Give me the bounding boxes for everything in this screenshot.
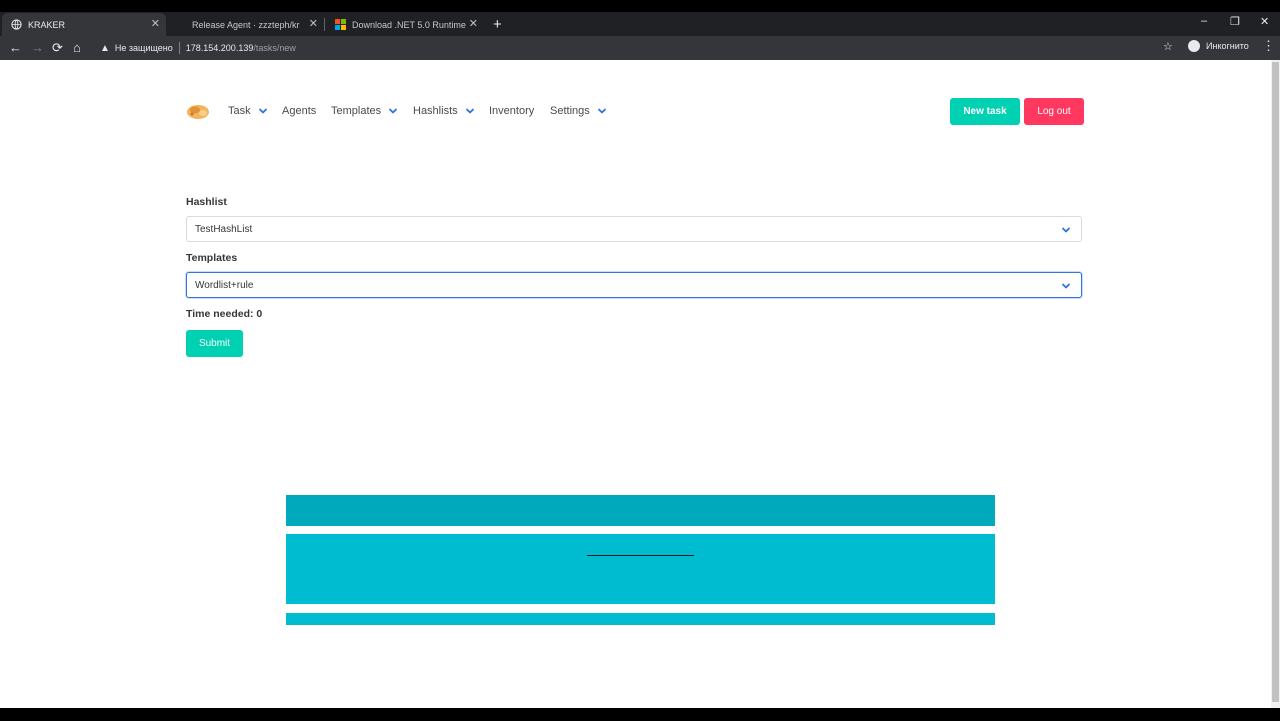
back-button[interactable]: ← (9, 39, 22, 57)
new-tab-button[interactable]: + (493, 16, 502, 33)
hashlist-selected-value: TestHashList (195, 223, 253, 235)
tab-title: Download .NET 5.0 Runtime (v5.0 (352, 19, 468, 30)
microsoft-icon (335, 19, 346, 30)
tab-title: Release Agent · zzzteph/kraker · G (192, 19, 300, 30)
nav-item-hashlists[interactable]: Hashlists (413, 105, 476, 117)
templates-selected-value: Wordlist+rule (195, 279, 254, 291)
nav-item-agents[interactable]: Agents (282, 105, 316, 117)
nav-item-settings[interactable]: Settings (550, 105, 608, 117)
minimize-button[interactable]: – (1201, 15, 1207, 27)
overlay-top-bar (286, 495, 995, 526)
address-separator (178, 42, 180, 54)
chevron-down-icon (1062, 283, 1070, 289)
browser-tab-kraker[interactable]: KRAKER ✕ (2, 13, 166, 36)
globe-icon (11, 19, 22, 30)
browser-tab-release-agent[interactable]: Release Agent · zzzteph/kraker · G ✕ (166, 13, 324, 36)
chevron-down-icon (258, 108, 267, 114)
screen-bottom-border (0, 708, 1280, 721)
nav-item-task[interactable]: Task (228, 105, 269, 117)
reload-button[interactable]: ⟳ (52, 39, 63, 57)
nav-item-label: Templates (331, 105, 382, 117)
close-tab-icon[interactable]: ✕ (469, 18, 478, 30)
url-path: /tasks/new (253, 43, 296, 53)
warning-icon: ▲ (100, 42, 110, 54)
hashlist-select[interactable]: TestHashList (186, 216, 1082, 242)
github-icon (175, 19, 186, 30)
kraker-logo-icon[interactable] (186, 102, 211, 120)
hashlist-label: Hashlist (186, 196, 227, 208)
incognito-icon (1188, 40, 1200, 52)
scrollbar-thumb[interactable] (1272, 62, 1279, 702)
incognito-label: Инкогнито (1206, 41, 1249, 51)
browser-tab-dotnet[interactable]: Download .NET 5.0 Runtime (v5.0 ✕ (326, 13, 484, 36)
security-label: Не защищено (114, 43, 173, 53)
close-tab-icon[interactable]: ✕ (309, 18, 318, 30)
forward-button[interactable]: → (31, 39, 44, 57)
nav-item-label: Task (228, 105, 251, 117)
browser-tab-bar: KRAKER ✕ Release Agent · zzzteph/kraker … (0, 12, 1280, 36)
new-task-button[interactable]: New task (950, 98, 1020, 125)
logout-button[interactable]: Log out (1024, 98, 1084, 125)
browser-toolbar: ← → ⟳ ⌂ ▲ Не защищено 178.154.200.139/ta… (0, 36, 1280, 60)
restore-button[interactable]: ❐ (1230, 15, 1240, 28)
nav-item-inventory[interactable]: Inventory (489, 105, 534, 117)
templates-label: Templates (186, 252, 238, 264)
overlay-bottom-bar (286, 613, 995, 625)
overlay-line (587, 555, 694, 556)
nav-item-label: Inventory (489, 105, 535, 117)
tab-title: KRAKER (28, 19, 66, 30)
overlay-middle-panel (286, 534, 995, 604)
bookmark-star-icon[interactable]: ☆ (1163, 40, 1173, 53)
close-tab-icon[interactable]: ✕ (151, 18, 160, 30)
close-window-button[interactable]: ✕ (1260, 15, 1269, 28)
chevron-down-icon (389, 108, 398, 114)
submit-button[interactable]: Submit (186, 330, 243, 357)
nav-item-label: Hashlists (413, 105, 458, 117)
tab-separator (324, 18, 325, 31)
app-navbar: Task Agents Templates Hashlists Inventor… (186, 96, 1084, 126)
page-viewport: Task Agents Templates Hashlists Inventor… (0, 60, 1280, 708)
home-button[interactable]: ⌂ (73, 39, 81, 57)
nav-item-templates[interactable]: Templates (331, 105, 399, 117)
templates-select[interactable]: Wordlist+rule (186, 272, 1082, 298)
chevron-down-icon (465, 108, 474, 114)
browser-menu-icon[interactable]: ⋮ (1262, 38, 1275, 54)
time-needed-text: Time needed: 0 (186, 308, 263, 320)
nav-item-label: Settings (550, 105, 590, 117)
url-host: 178.154.200.139 (185, 43, 254, 53)
nav-item-label: Agents (282, 105, 317, 117)
page-scrollbar[interactable] (1271, 60, 1280, 708)
chevron-down-icon (1062, 227, 1070, 233)
chevron-down-icon (597, 108, 606, 114)
address-bar[interactable]: ▲ Не защищено 178.154.200.139/tasks/new (94, 37, 1184, 59)
incognito-badge[interactable]: Инкогнито (1188, 40, 1249, 52)
